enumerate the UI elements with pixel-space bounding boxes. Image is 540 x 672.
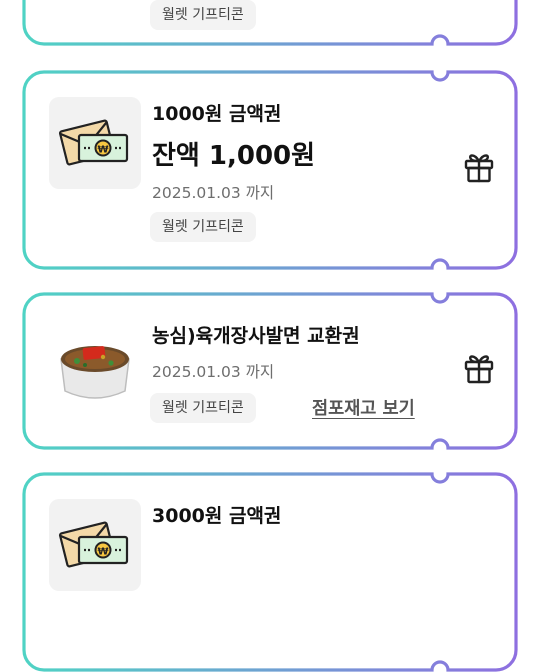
gift-icon[interactable] — [462, 351, 496, 385]
thumbnail — [49, 499, 141, 591]
wallet-gifticon-tag: 월렛 기프티콘 — [150, 0, 256, 30]
gift-card-3[interactable]: 농심)육개장사발면 교환권 2025.01.03 까지 월렛 기프티콘 점포재고… — [22, 292, 518, 450]
card-border — [22, 0, 518, 46]
ramen-cup-icon — [49, 319, 141, 411]
store-stock-link[interactable]: 점포재고 보기 — [312, 395, 415, 420]
gift-card-1[interactable]: 월렛 기프티콘 — [22, 0, 518, 46]
expiry-date: 2025.01.03 까지 — [152, 363, 275, 381]
expiry-date: 2025.01.03 까지 — [152, 184, 275, 202]
gift-icon[interactable] — [462, 150, 496, 184]
card-title: 3000원 금액권 — [152, 505, 282, 527]
money-envelope-icon — [49, 499, 141, 591]
wallet-gifticon-tag: 월렛 기프티콘 — [150, 393, 256, 423]
gift-card-2[interactable]: 1000원 금액권 잔액 1,000원 2025.01.03 까지 월렛 기프티… — [22, 70, 518, 270]
card-title: 1000원 금액권 — [152, 103, 282, 125]
money-envelope-icon — [49, 97, 141, 189]
thumbnail — [49, 319, 141, 411]
card-balance: 잔액 1,000원 — [152, 141, 316, 171]
wallet-gifticon-tag: 월렛 기프티콘 — [150, 212, 256, 242]
card-title: 농심)육개장사발면 교환권 — [152, 325, 360, 347]
gift-card-4[interactable]: 3000원 금액권 — [22, 472, 518, 672]
thumbnail — [49, 97, 141, 189]
